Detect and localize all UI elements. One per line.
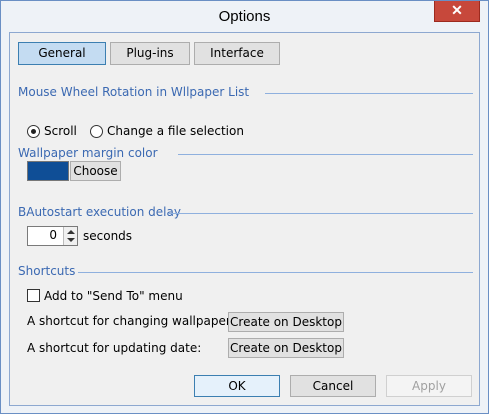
radio-circle (27, 125, 40, 138)
send-to-checkbox[interactable] (27, 289, 40, 302)
options-window: Options ✕ General Plug-ins Interface Mou… (0, 0, 489, 414)
autostart-unit-label: seconds (83, 229, 133, 243)
radio-change-file-selection-label: Change a file selection (107, 124, 244, 138)
close-button[interactable]: ✕ (434, 1, 480, 22)
autostart-delay-spinner[interactable]: 0 (27, 226, 78, 246)
window-title: Options (218, 8, 271, 25)
wallpaper-shortcut-label: A shortcut for changing wallpaper: (27, 314, 235, 328)
title-bar: Options ✕ (1, 1, 488, 32)
choose-color-button[interactable]: Choose (70, 161, 121, 181)
mouse-wheel-heading: Mouse Wheel Rotation in Wllpaper List (18, 85, 250, 99)
ok-button[interactable]: OK (194, 375, 280, 397)
create-wallpaper-shortcut-button[interactable]: Create on Desktop (228, 312, 344, 332)
autostart-delay-value: 0 (49, 228, 57, 242)
section-divider (265, 93, 473, 94)
create-date-shortcut-button[interactable]: Create on Desktop (228, 338, 344, 358)
tab-general[interactable]: General (18, 42, 106, 65)
autostart-heading: BAutostart execution delay (18, 205, 181, 219)
shortcuts-heading: Shortcuts (18, 264, 76, 278)
mouse-wheel-section: Mouse Wheel Rotation in Wllpaper List (18, 85, 473, 101)
date-shortcut-label: A shortcut for updating date: (27, 341, 202, 355)
spin-up-icon[interactable] (67, 230, 75, 234)
radio-selected-dot (31, 129, 36, 134)
apply-button[interactable]: Apply (386, 375, 472, 397)
close-icon: ✕ (451, 2, 463, 18)
margin-color-swatch[interactable] (27, 161, 69, 181)
autostart-section: BAutostart execution delay (18, 205, 473, 221)
section-divider (168, 213, 473, 214)
tab-interface[interactable]: Interface (194, 42, 280, 65)
radio-scroll-label: Scroll (44, 124, 77, 138)
radio-circle (90, 125, 103, 138)
cancel-button[interactable]: Cancel (290, 375, 376, 397)
options-panel: General Plug-ins Interface Mouse Wheel R… (9, 32, 480, 406)
margin-color-section: Wallpaper margin color (18, 146, 473, 162)
margin-color-heading: Wallpaper margin color (18, 146, 158, 160)
shortcuts-section: Shortcuts (18, 264, 473, 280)
spinner-arrows[interactable] (63, 227, 77, 245)
spin-down-icon[interactable] (67, 238, 75, 242)
section-divider (78, 272, 473, 273)
send-to-label: Add to "Send To" menu (44, 289, 183, 303)
tab-plug-ins[interactable]: Plug-ins (110, 42, 190, 65)
section-divider (178, 154, 473, 155)
